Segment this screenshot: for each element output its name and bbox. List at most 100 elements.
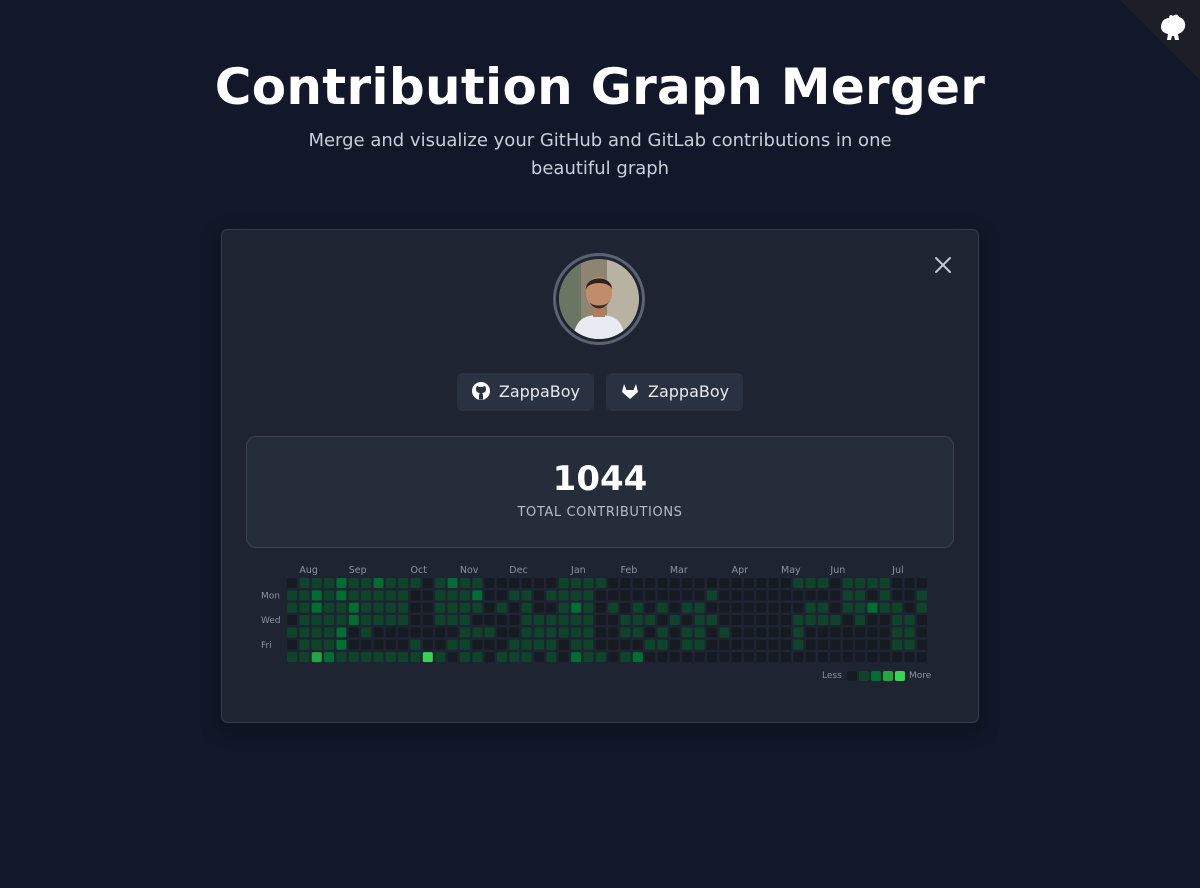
- contribution-cell[interactable]: [743, 639, 754, 650]
- contribution-cell[interactable]: [422, 639, 433, 650]
- contribution-cell[interactable]: [756, 590, 767, 601]
- contribution-cell[interactable]: [447, 578, 458, 588]
- contribution-cell[interactable]: [818, 602, 828, 613]
- contribution-cell[interactable]: [620, 590, 631, 601]
- contribution-cell[interactable]: [299, 578, 310, 588]
- contribution-cell[interactable]: [546, 578, 557, 588]
- contribution-cell[interactable]: [398, 578, 409, 588]
- contribution-cell[interactable]: [657, 615, 668, 625]
- contribution-cell[interactable]: [287, 615, 297, 625]
- contribution-cell[interactable]: [805, 639, 816, 650]
- github-account-chip[interactable]: ZappaBoy: [456, 373, 594, 411]
- contribution-cell[interactable]: [706, 602, 717, 613]
- contribution-cell[interactable]: [706, 615, 717, 625]
- contribution-cell[interactable]: [447, 639, 458, 650]
- contribution-cell[interactable]: [818, 590, 828, 601]
- contribution-cell[interactable]: [830, 590, 841, 601]
- contribution-cell[interactable]: [855, 652, 866, 663]
- gitlab-account-chip[interactable]: ZappaBoy: [606, 373, 744, 411]
- contribution-cell[interactable]: [669, 578, 680, 588]
- contribution-cell[interactable]: [892, 627, 903, 638]
- contribution-cell[interactable]: [311, 615, 322, 625]
- contribution-cell[interactable]: [706, 639, 717, 650]
- contribution-cell[interactable]: [830, 578, 841, 588]
- contribution-cell[interactable]: [855, 627, 866, 638]
- contribution-cell[interactable]: [336, 639, 347, 650]
- contribution-cell[interactable]: [682, 615, 693, 625]
- contribution-cell[interactable]: [546, 639, 557, 650]
- contribution-cell[interactable]: [398, 627, 409, 638]
- contribution-cell[interactable]: [694, 602, 705, 613]
- contribution-cell[interactable]: [719, 615, 730, 625]
- contribution-cell[interactable]: [435, 627, 446, 638]
- contribution-cell[interactable]: [645, 578, 656, 588]
- close-icon[interactable]: [930, 252, 956, 278]
- contribution-cell[interactable]: [422, 627, 433, 638]
- contribution-cell[interactable]: [595, 639, 606, 650]
- contribution-cell[interactable]: [645, 590, 656, 601]
- contribution-cell[interactable]: [756, 627, 767, 638]
- contribution-cell[interactable]: [706, 652, 717, 663]
- contribution-cell[interactable]: [583, 627, 594, 638]
- contribution-cell[interactable]: [571, 578, 582, 588]
- contribution-cell[interactable]: [595, 602, 606, 613]
- contribution-cell[interactable]: [595, 627, 606, 638]
- contribution-cell[interactable]: [546, 602, 557, 613]
- contribution-cell[interactable]: [842, 615, 853, 625]
- contribution-cell[interactable]: [756, 578, 767, 588]
- contribution-cell[interactable]: [583, 578, 594, 588]
- contribution-cell[interactable]: [768, 652, 779, 663]
- contribution-cell[interactable]: [558, 639, 569, 650]
- contribution-cell[interactable]: [484, 615, 495, 625]
- contribution-cell[interactable]: [719, 578, 730, 588]
- contribution-cell[interactable]: [447, 652, 458, 663]
- contribution-cell[interactable]: [595, 590, 606, 601]
- contribution-cell[interactable]: [781, 652, 791, 663]
- contribution-cell[interactable]: [299, 590, 310, 601]
- contribution-cell[interactable]: [484, 639, 495, 650]
- contribution-cell[interactable]: [311, 639, 322, 650]
- contribution-cell[interactable]: [743, 602, 754, 613]
- contribution-cell[interactable]: [287, 590, 297, 601]
- contribution-cell[interactable]: [743, 627, 754, 638]
- contribution-cell[interactable]: [422, 615, 433, 625]
- contribution-cell[interactable]: [682, 602, 693, 613]
- contribution-cell[interactable]: [645, 602, 656, 613]
- contribution-cell[interactable]: [867, 602, 878, 613]
- contribution-cell[interactable]: [768, 602, 779, 613]
- contribution-cell[interactable]: [435, 615, 446, 625]
- contribution-cell[interactable]: [583, 602, 594, 613]
- contribution-cell[interactable]: [534, 652, 544, 663]
- contribution-cell[interactable]: [682, 578, 693, 588]
- contribution-cell[interactable]: [706, 590, 717, 601]
- contribution-cell[interactable]: [879, 652, 890, 663]
- contribution-cell[interactable]: [855, 590, 866, 601]
- contribution-cell[interactable]: [595, 615, 606, 625]
- contribution-cell[interactable]: [373, 615, 384, 625]
- contribution-cell[interactable]: [916, 639, 927, 650]
- contribution-cell[interactable]: [632, 652, 643, 663]
- contribution-cell[interactable]: [916, 578, 927, 588]
- contribution-cell[interactable]: [781, 627, 791, 638]
- contribution-cell[interactable]: [669, 627, 680, 638]
- contribution-cell[interactable]: [904, 652, 915, 663]
- contribution-cell[interactable]: [571, 627, 582, 638]
- contribution-cell[interactable]: [768, 639, 779, 650]
- contribution-cell[interactable]: [422, 602, 433, 613]
- contribution-cell[interactable]: [534, 627, 544, 638]
- contribution-cell[interactable]: [818, 627, 828, 638]
- contribution-cell[interactable]: [496, 639, 507, 650]
- contribution-cell[interactable]: [496, 615, 507, 625]
- contribution-cell[interactable]: [608, 602, 619, 613]
- contribution-cell[interactable]: [682, 652, 693, 663]
- contribution-cell[interactable]: [694, 590, 705, 601]
- contribution-cell[interactable]: [410, 590, 421, 601]
- contribution-cell[interactable]: [348, 590, 359, 601]
- contribution-cell[interactable]: [892, 578, 903, 588]
- contribution-cell[interactable]: [571, 615, 582, 625]
- contribution-cell[interactable]: [694, 652, 705, 663]
- contribution-cell[interactable]: [842, 578, 853, 588]
- contribution-cell[interactable]: [731, 627, 742, 638]
- contribution-cell[interactable]: [916, 602, 927, 613]
- contribution-cell[interactable]: [459, 627, 470, 638]
